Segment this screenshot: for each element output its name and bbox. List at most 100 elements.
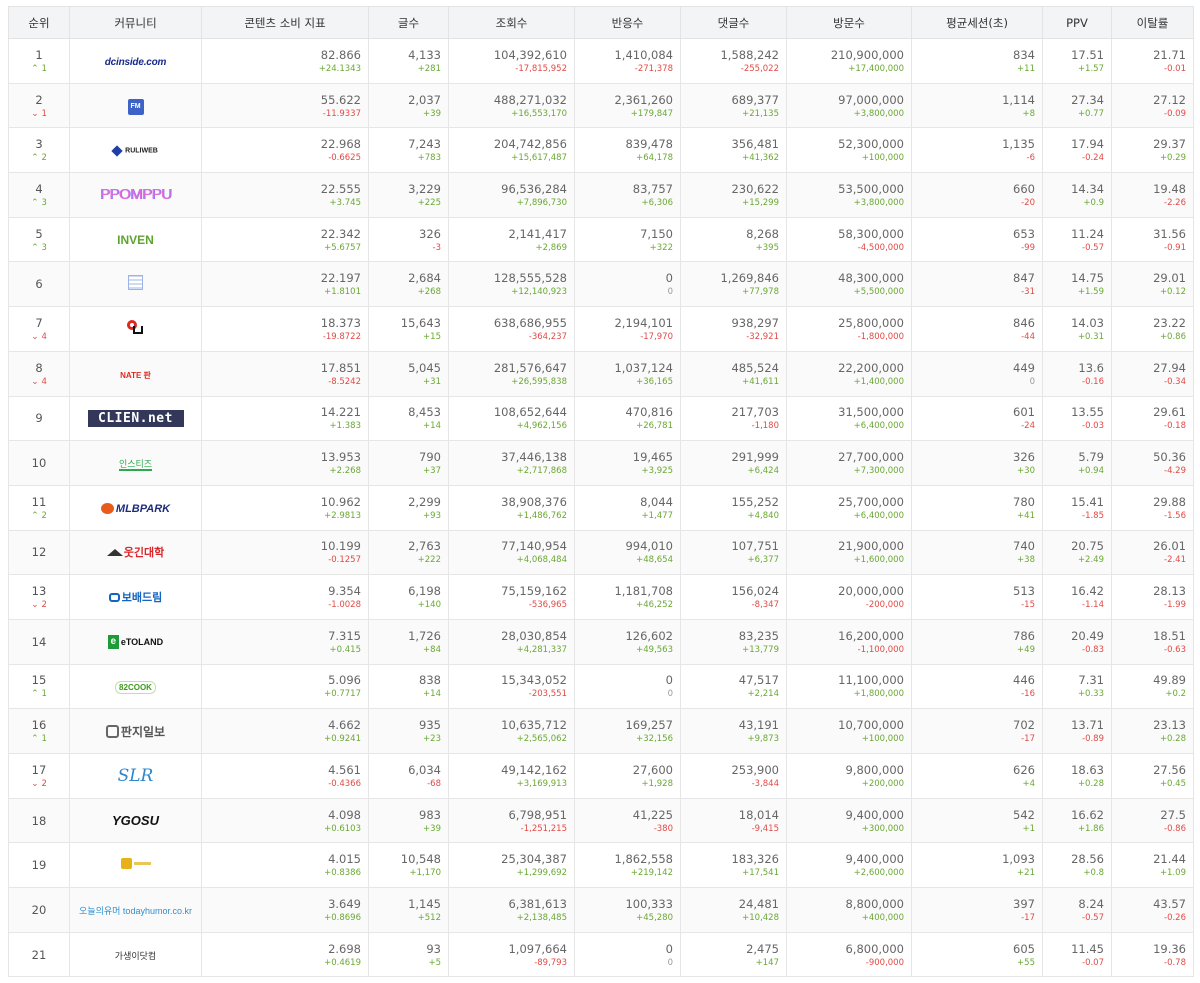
col-header-rank[interactable]: 순위 bbox=[8, 6, 70, 39]
rank-cell: 9 bbox=[8, 395, 70, 442]
table-row[interactable]: 4 ⌃ 3 PPOMPPU 22.555 +3.745 3,229 +225 96,536,2… bbox=[8, 172, 1194, 218]
table-row[interactable]: 9 CLIEN.net 14.221 +1.383 8,453 +14 108,652,64… bbox=[8, 395, 1194, 442]
cell-content-index: 7.315 +0.415 bbox=[201, 618, 369, 665]
col-header-bounce-rate[interactable]: 이탈률 bbox=[1111, 6, 1194, 39]
table-row[interactable]: 3 ⌃ 2 RULIWEB 22.968 -0.6625 7,243 +783 204,742… bbox=[8, 127, 1194, 174]
community-cell[interactable]: CLIEN.net bbox=[69, 395, 202, 442]
cell-change: +41,362 bbox=[742, 153, 779, 164]
cell-reactions: 1,410,084 -271,378 bbox=[574, 38, 681, 84]
community-logo[interactable]: dcinside.com bbox=[105, 56, 167, 68]
community-cell[interactable]: 82COOK bbox=[69, 663, 202, 710]
cell-change: +200,000 bbox=[861, 778, 904, 789]
community-cell[interactable]: 판지일보 bbox=[69, 708, 202, 754]
community-logo[interactable] bbox=[127, 320, 144, 337]
community-logo[interactable]: SLR bbox=[118, 766, 154, 786]
community-logo[interactable]: 판지일보 bbox=[105, 723, 165, 740]
community-cell[interactable]: MLBPARK bbox=[69, 484, 202, 531]
community-logo[interactable]: 가생이닷컴 bbox=[115, 949, 156, 962]
table-row[interactable]: 1 ⌃ 1 dcinside.com 82.866 +24.1343 4,133 +281 1… bbox=[8, 38, 1194, 84]
community-logo[interactable] bbox=[120, 858, 151, 872]
table-row[interactable]: 13 ⌄ 2 보배드림 9.354 -1.0028 6,198 +140 75,159,162… bbox=[8, 574, 1194, 620]
col-header-comments[interactable]: 댓글수 bbox=[680, 6, 787, 39]
table-row[interactable]: 18 YGOSU 4.098 +0.6103 983 +39 6,798,951 -1,251… bbox=[8, 797, 1194, 844]
rank-cell: 6 bbox=[8, 261, 70, 308]
cell-value: 1,269,846 bbox=[720, 271, 779, 286]
table-row[interactable]: 7 ⌄ 4 18.373 -19.8722 15,643 +15 638,686,955 -3… bbox=[8, 306, 1194, 352]
col-header-visits[interactable]: 방문수 bbox=[786, 6, 912, 39]
community-logo[interactable] bbox=[128, 275, 143, 293]
community-cell[interactable]: 웃긴대학 bbox=[69, 529, 202, 576]
col-header-community[interactable]: 커뮤니티 bbox=[69, 6, 202, 39]
community-logo[interactable]: YGOSU bbox=[112, 813, 159, 828]
community-logo[interactable]: 82COOK bbox=[115, 681, 156, 695]
community-logo[interactable]: FM bbox=[127, 98, 144, 115]
community-cell[interactable]: RULIWEB bbox=[69, 127, 202, 174]
col-header-ppv[interactable]: PPV bbox=[1042, 6, 1112, 39]
cell-reactions: 2,194,101 -17,970 bbox=[574, 306, 681, 352]
cell-avg-session: 513 -15 bbox=[911, 574, 1043, 620]
cell-value: 834 bbox=[1013, 47, 1035, 62]
community-cell[interactable] bbox=[69, 842, 202, 889]
table-row[interactable]: 10 인스티즈 13.953 +2.268 790 +37 37,446,138 +2,717… bbox=[8, 440, 1194, 486]
table-row[interactable]: 6 22.197 +1.8101 2,684 +268 128,555,528 +12,14… bbox=[8, 261, 1194, 308]
community-logo[interactable]: INVEN bbox=[117, 233, 154, 247]
community-cell[interactable]: NATE 판 bbox=[69, 350, 202, 397]
community-logo[interactable]: 웃긴대학 bbox=[106, 544, 164, 560]
community-cell[interactable]: 인스티즈 bbox=[69, 440, 202, 486]
cell-change: +31 bbox=[423, 376, 441, 387]
community-cell[interactable]: INVEN bbox=[69, 216, 202, 263]
community-cell[interactable]: YGOSU bbox=[69, 797, 202, 844]
col-header-content-index[interactable]: 콘텐츠 소비 지표 bbox=[201, 6, 369, 39]
table-row[interactable]: 2 ⌄ 1 FM 55.622 -11.9337 2,037 +39 488,271,032 +… bbox=[8, 82, 1194, 129]
cell-value: 9,400,000 bbox=[845, 807, 904, 822]
table-row[interactable]: 17 ⌄ 2 SLR 4.561 -0.4366 6,034 -68 49,142,162 +3… bbox=[8, 753, 1194, 799]
community-logo[interactable]: NATE 판 bbox=[120, 369, 151, 381]
community-cell[interactable]: PPOMPPU bbox=[69, 172, 202, 218]
table-row[interactable]: 12 웃긴대학 10.199 -0.1257 2,763 +222 77,140,954 +4… bbox=[8, 529, 1194, 576]
community-cell[interactable]: 오늘의유머 todayhumor.co.kr bbox=[69, 887, 202, 933]
table-row[interactable]: 11 ⌃ 2 MLBPARK 10.962 +2.9813 2,299 +93 38,908,… bbox=[8, 484, 1194, 531]
community-logo[interactable]: PPOMPPU bbox=[100, 186, 172, 203]
community-logo[interactable]: 오늘의유머 todayhumor.co.kr bbox=[79, 904, 192, 917]
rank-change-value: 2 bbox=[41, 600, 47, 611]
community-cell[interactable]: 가생이닷컴 bbox=[69, 931, 202, 978]
table-row[interactable]: 19 4.015 +0.8386 10,548 +1,170 25,304,387 +1,2… bbox=[8, 842, 1194, 889]
community-logo[interactable]: RULIWEB bbox=[111, 145, 158, 157]
table-row[interactable]: 14 e eTOLAND 7.315 +0.415 1,726 +84 28,030,854 +… bbox=[8, 618, 1194, 665]
rank-change: ⌄ 4 bbox=[9, 376, 69, 388]
table-row[interactable]: 21 가생이닷컴 2.698 +0.4619 93 +5 1,097,664 -89,793 0… bbox=[8, 931, 1194, 978]
community-cell[interactable]: SLR bbox=[69, 753, 202, 799]
col-header-reactions[interactable]: 반응수 bbox=[574, 6, 681, 39]
community-cell[interactable]: FM bbox=[69, 82, 202, 129]
community-logo[interactable]: 인스티즈 bbox=[118, 457, 153, 472]
cell-value: 75,159,162 bbox=[501, 584, 567, 599]
cell-change: +2.268 bbox=[329, 466, 361, 477]
cell-value: 169,257 bbox=[625, 718, 673, 733]
community-cell[interactable]: dcinside.com bbox=[69, 38, 202, 84]
community-cell[interactable]: e eTOLAND bbox=[69, 618, 202, 665]
community-cell[interactable]: 보배드림 bbox=[69, 574, 202, 620]
cell-change: +26,595,838 bbox=[511, 376, 567, 387]
table-row[interactable]: 20 오늘의유머 todayhumor.co.kr 3.649 +0.8696 1,14… bbox=[8, 887, 1194, 933]
community-logo[interactable]: 보배드림 bbox=[108, 589, 162, 605]
community-cell[interactable] bbox=[69, 261, 202, 308]
chevron-up-icon: ⌃ bbox=[31, 689, 42, 700]
col-header-avg-session[interactable]: 평균세션(초) bbox=[911, 6, 1043, 39]
community-cell[interactable] bbox=[69, 306, 202, 352]
cell-visits: 97,000,000 +3,800,000 bbox=[786, 82, 912, 129]
cell-value: 9,800,000 bbox=[845, 762, 904, 777]
table-row[interactable]: 16 ⌃ 1 판지일보 4.662 +0.9241 935 +23 10,635,712 +2,… bbox=[8, 708, 1194, 754]
cell-change: -0.91 bbox=[1164, 242, 1186, 253]
table-row[interactable]: 15 ⌃ 1 82COOK 5.096 +0.7717 838 +14 15,343,052-… bbox=[8, 663, 1194, 710]
col-header-views[interactable]: 조회수 bbox=[448, 6, 575, 39]
cell-change: -0.1257 bbox=[328, 555, 361, 566]
cell-change: -0.57 bbox=[1082, 912, 1104, 923]
cell-value: 281,576,647 bbox=[493, 360, 567, 375]
community-logo[interactable]: e eTOLAND bbox=[107, 635, 163, 650]
table-row[interactable]: 5 ⌃ 3 INVEN 22.342 +5.6757 326 -3 2,141,417 +2,8… bbox=[8, 216, 1194, 263]
col-header-posts[interactable]: 글수 bbox=[368, 6, 449, 39]
table-row[interactable]: 8 ⌄ 4 NATE 판 17.851 -8.5242 5,045 +31 281,576,6… bbox=[8, 350, 1194, 397]
cell-value: 31,500,000 bbox=[838, 405, 904, 420]
community-logo[interactable]: MLBPARK bbox=[100, 503, 170, 515]
community-logo[interactable]: CLIEN.net bbox=[87, 409, 184, 427]
